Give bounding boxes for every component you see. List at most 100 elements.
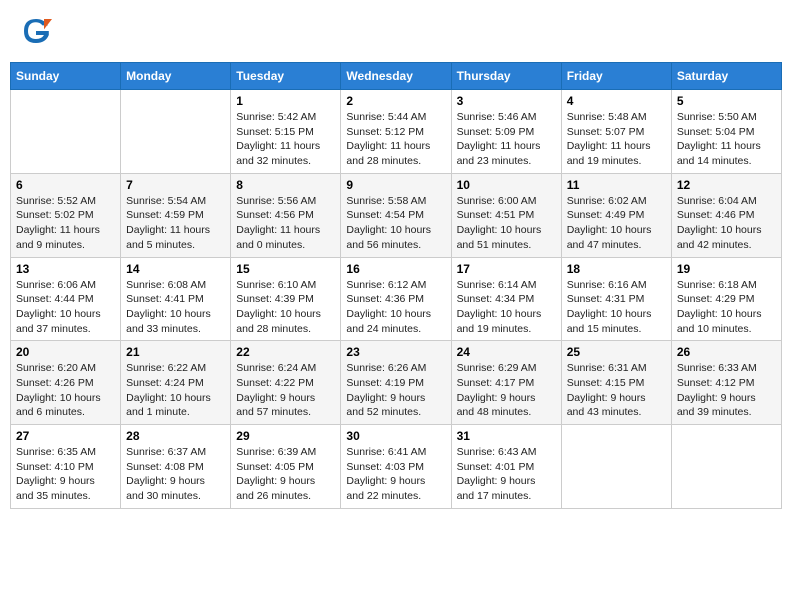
day-info: Sunrise: 6:02 AMSunset: 4:49 PMDaylight:… — [567, 194, 666, 253]
calendar-cell: 9 Sunrise: 5:58 AMSunset: 4:54 PMDaylight… — [341, 173, 451, 257]
calendar-cell — [11, 90, 121, 174]
calendar-cell: 28 Sunrise: 6:37 AMSunset: 4:08 PMDayligh… — [121, 425, 231, 509]
calendar-cell: 20 Sunrise: 6:20 AMSunset: 4:26 PMDayligh… — [11, 341, 121, 425]
weekday-header-saturday: Saturday — [671, 63, 781, 90]
day-number: 27 — [16, 429, 115, 443]
day-info: Sunrise: 6:31 AMSunset: 4:15 PMDaylight:… — [567, 361, 666, 420]
calendar-cell: 3 Sunrise: 5:46 AMSunset: 5:09 PMDaylight… — [451, 90, 561, 174]
day-info: Sunrise: 6:41 AMSunset: 4:03 PMDaylight:… — [346, 445, 445, 504]
calendar-cell: 22 Sunrise: 6:24 AMSunset: 4:22 PMDayligh… — [231, 341, 341, 425]
day-number: 11 — [567, 178, 666, 192]
calendar-week-row: 1 Sunrise: 5:42 AMSunset: 5:15 PMDaylight… — [11, 90, 782, 174]
calendar-cell: 14 Sunrise: 6:08 AMSunset: 4:41 PMDayligh… — [121, 257, 231, 341]
day-number: 10 — [457, 178, 556, 192]
day-number: 25 — [567, 345, 666, 359]
day-info: Sunrise: 5:54 AMSunset: 4:59 PMDaylight:… — [126, 194, 225, 253]
day-number: 6 — [16, 178, 115, 192]
day-number: 15 — [236, 262, 335, 276]
day-info: Sunrise: 5:44 AMSunset: 5:12 PMDaylight:… — [346, 110, 445, 169]
day-info: Sunrise: 6:26 AMSunset: 4:19 PMDaylight:… — [346, 361, 445, 420]
calendar-cell: 11 Sunrise: 6:02 AMSunset: 4:49 PMDayligh… — [561, 173, 671, 257]
page-header — [10, 10, 782, 52]
calendar-cell: 27 Sunrise: 6:35 AMSunset: 4:10 PMDayligh… — [11, 425, 121, 509]
calendar-cell: 5Sunrise: 5:50 AMSunset: 5:04 PMDaylight… — [671, 90, 781, 174]
calendar-cell: 17Sunrise: 6:14 AMSunset: 4:34 PMDayligh… — [451, 257, 561, 341]
day-number: 20 — [16, 345, 115, 359]
calendar-cell: 21Sunrise: 6:22 AMSunset: 4:24 PMDayligh… — [121, 341, 231, 425]
day-number: 22 — [236, 345, 335, 359]
day-info: Sunrise: 6:00 AMSunset: 4:51 PMDaylight:… — [457, 194, 556, 253]
day-info: Sunrise: 6:10 AMSunset: 4:39 PMDaylight:… — [236, 278, 335, 337]
day-info: Sunrise: 6:33 AMSunset: 4:12 PMDaylight:… — [677, 361, 776, 420]
day-number: 23 — [346, 345, 445, 359]
day-number: 7 — [126, 178, 225, 192]
day-info: Sunrise: 6:43 AMSunset: 4:01 PMDaylight:… — [457, 445, 556, 504]
day-info: Sunrise: 6:20 AMSunset: 4:26 PMDaylight:… — [16, 361, 115, 420]
day-info: Sunrise: 5:48 AMSunset: 5:07 PMDaylight:… — [567, 110, 666, 169]
logo-icon — [20, 15, 52, 47]
day-info: Sunrise: 5:56 AMSunset: 4:56 PMDaylight:… — [236, 194, 335, 253]
day-number: 24 — [457, 345, 556, 359]
weekday-header-thursday: Thursday — [451, 63, 561, 90]
day-number: 28 — [126, 429, 225, 443]
calendar-cell: 16 Sunrise: 6:12 AMSunset: 4:36 PMDayligh… — [341, 257, 451, 341]
calendar-week-row: 27 Sunrise: 6:35 AMSunset: 4:10 PMDayligh… — [11, 425, 782, 509]
calendar-header-row: SundayMondayTuesdayWednesdayThursdayFrid… — [11, 63, 782, 90]
calendar-cell: 30 Sunrise: 6:41 AMSunset: 4:03 PMDayligh… — [341, 425, 451, 509]
calendar-cell: 7 Sunrise: 5:54 AMSunset: 4:59 PMDaylight… — [121, 173, 231, 257]
day-number: 18 — [567, 262, 666, 276]
calendar-week-row: 13 Sunrise: 6:06 AMSunset: 4:44 PMDayligh… — [11, 257, 782, 341]
day-info: Sunrise: 5:52 AMSunset: 5:02 PMDaylight:… — [16, 194, 115, 253]
day-info: Sunrise: 6:18 AMSunset: 4:29 PMDaylight:… — [677, 278, 776, 337]
calendar-cell: 25 Sunrise: 6:31 AMSunset: 4:15 PMDayligh… — [561, 341, 671, 425]
calendar-cell: 6 Sunrise: 5:52 AMSunset: 5:02 PMDaylight… — [11, 173, 121, 257]
day-info: Sunrise: 6:04 AMSunset: 4:46 PMDaylight:… — [677, 194, 776, 253]
calendar-week-row: 20 Sunrise: 6:20 AMSunset: 4:26 PMDayligh… — [11, 341, 782, 425]
day-info: Sunrise: 6:06 AMSunset: 4:44 PMDaylight:… — [16, 278, 115, 337]
calendar-cell — [671, 425, 781, 509]
day-number: 3 — [457, 94, 556, 108]
day-number: 16 — [346, 262, 445, 276]
day-info: Sunrise: 6:24 AMSunset: 4:22 PMDaylight:… — [236, 361, 335, 420]
calendar-cell: 19 Sunrise: 6:18 AMSunset: 4:29 PMDayligh… — [671, 257, 781, 341]
calendar-cell — [561, 425, 671, 509]
calendar-cell: 10 Sunrise: 6:00 AMSunset: 4:51 PMDayligh… — [451, 173, 561, 257]
calendar-cell: 2Sunrise: 5:44 AMSunset: 5:12 PMDaylight… — [341, 90, 451, 174]
calendar-cell: 29 Sunrise: 6:39 AMSunset: 4:05 PMDayligh… — [231, 425, 341, 509]
day-number: 26 — [677, 345, 776, 359]
day-info: Sunrise: 6:35 AMSunset: 4:10 PMDaylight:… — [16, 445, 115, 504]
weekday-header-tuesday: Tuesday — [231, 63, 341, 90]
day-number: 29 — [236, 429, 335, 443]
calendar-cell: 1 Sunrise: 5:42 AMSunset: 5:15 PMDaylight… — [231, 90, 341, 174]
day-info: Sunrise: 5:46 AMSunset: 5:09 PMDaylight:… — [457, 110, 556, 169]
day-info: Sunrise: 6:08 AMSunset: 4:41 PMDaylight:… — [126, 278, 225, 337]
calendar-cell: 13 Sunrise: 6:06 AMSunset: 4:44 PMDayligh… — [11, 257, 121, 341]
weekday-header-sunday: Sunday — [11, 63, 121, 90]
day-number: 13 — [16, 262, 115, 276]
day-info: Sunrise: 5:42 AMSunset: 5:15 PMDaylight:… — [236, 110, 335, 169]
calendar-week-row: 6 Sunrise: 5:52 AMSunset: 5:02 PMDaylight… — [11, 173, 782, 257]
calendar-cell: 18Sunrise: 6:16 AMSunset: 4:31 PMDayligh… — [561, 257, 671, 341]
day-info: Sunrise: 5:50 AMSunset: 5:04 PMDaylight:… — [677, 110, 776, 169]
day-info: Sunrise: 6:37 AMSunset: 4:08 PMDaylight:… — [126, 445, 225, 504]
calendar-cell: 8 Sunrise: 5:56 AMSunset: 4:56 PMDaylight… — [231, 173, 341, 257]
day-number: 14 — [126, 262, 225, 276]
day-number: 30 — [346, 429, 445, 443]
calendar-cell: 24 Sunrise: 6:29 AMSunset: 4:17 PMDayligh… — [451, 341, 561, 425]
day-number: 1 — [236, 94, 335, 108]
day-info: Sunrise: 6:39 AMSunset: 4:05 PMDaylight:… — [236, 445, 335, 504]
weekday-header-wednesday: Wednesday — [341, 63, 451, 90]
day-number: 8 — [236, 178, 335, 192]
calendar-cell: 12Sunrise: 6:04 AMSunset: 4:46 PMDayligh… — [671, 173, 781, 257]
day-info: Sunrise: 5:58 AMSunset: 4:54 PMDaylight:… — [346, 194, 445, 253]
calendar-cell: 23 Sunrise: 6:26 AMSunset: 4:19 PMDayligh… — [341, 341, 451, 425]
day-number: 17 — [457, 262, 556, 276]
day-number: 4 — [567, 94, 666, 108]
day-number: 19 — [677, 262, 776, 276]
day-info: Sunrise: 6:29 AMSunset: 4:17 PMDaylight:… — [457, 361, 556, 420]
day-number: 9 — [346, 178, 445, 192]
weekday-header-friday: Friday — [561, 63, 671, 90]
day-info: Sunrise: 6:12 AMSunset: 4:36 PMDaylight:… — [346, 278, 445, 337]
calendar-cell: 4 Sunrise: 5:48 AMSunset: 5:07 PMDaylight… — [561, 90, 671, 174]
day-number: 21 — [126, 345, 225, 359]
